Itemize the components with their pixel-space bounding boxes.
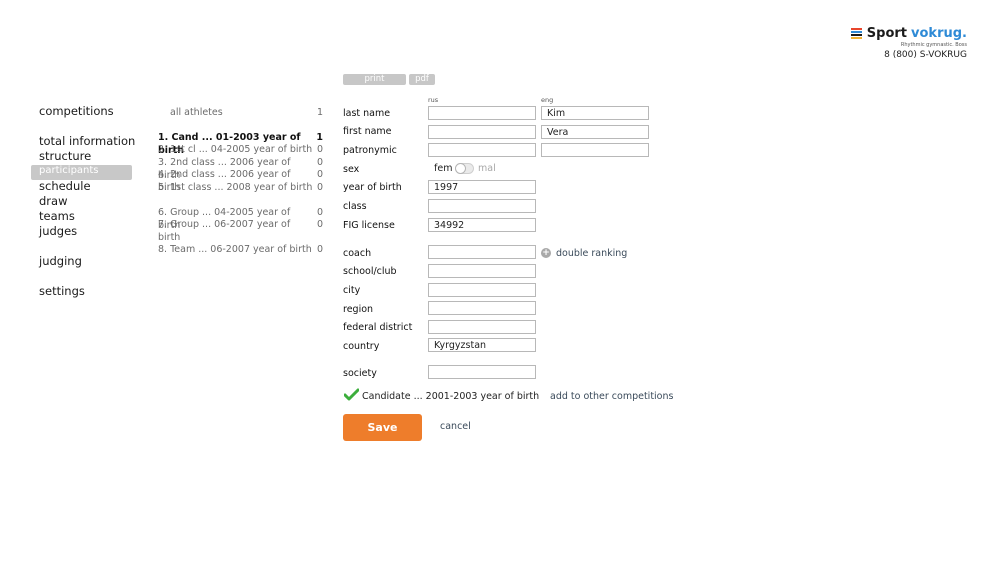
class-input[interactable]: [428, 199, 536, 213]
group-item[interactable]: 5. 1st class ... 2008 year of birth 0: [158, 182, 323, 195]
pdf-button[interactable]: pdf: [409, 74, 435, 85]
menu-settings[interactable]: settings: [39, 284, 85, 299]
menu-participants-label: participants: [39, 165, 99, 176]
sex-toggle-knob[interactable]: [455, 163, 466, 174]
group-count: 0: [316, 244, 323, 255]
group-label: 5. 1st class ... 2008 year of birth: [158, 182, 313, 193]
brand-logo: Sport vokrug. Rhythmic gymnastic. Boss 8…: [850, 26, 967, 60]
last-name-label: last name: [343, 108, 391, 119]
brand-name: Sport: [866, 26, 908, 41]
group-count: 0: [316, 144, 323, 155]
society-input[interactable]: [428, 365, 536, 379]
federal-district-input[interactable]: [428, 320, 536, 334]
city-label: city: [343, 285, 361, 296]
school-club-input[interactable]: [428, 264, 536, 278]
fig-license-label: FIG license: [343, 220, 395, 231]
group-item[interactable]: 7. Group ... 06-2007 year of birth 0: [158, 219, 323, 244]
country-input[interactable]: [428, 338, 536, 352]
menu-teams[interactable]: teams: [39, 209, 75, 224]
first-name-label: first name: [343, 126, 392, 137]
group-label: 8. Team ... 06-2007 year of birth: [158, 244, 312, 255]
group-count: 1: [316, 107, 323, 118]
group-label: all athletes: [170, 107, 223, 118]
patronymic-eng-input[interactable]: [541, 143, 649, 157]
country-label: country: [343, 341, 380, 352]
column-header-rus: rus: [428, 96, 439, 104]
brand-name-accent: vokrug.: [911, 26, 967, 41]
first-name-eng-input[interactable]: [541, 125, 649, 139]
logo-stripes-icon: [850, 28, 862, 39]
year-of-birth-label: year of birth: [343, 182, 402, 193]
year-of-birth-input[interactable]: [428, 180, 536, 194]
group-item[interactable]: 2. 1st cl ... 04-2005 year of birth 0: [158, 144, 323, 157]
menu-draw[interactable]: draw: [39, 194, 67, 209]
double-ranking-link[interactable]: double ranking: [556, 248, 627, 259]
federal-district-label: federal district: [343, 322, 413, 333]
save-button[interactable]: Save: [343, 414, 422, 441]
menu-judging[interactable]: judging: [39, 254, 82, 269]
cancel-link[interactable]: cancel: [440, 421, 471, 432]
school-club-label: school/club: [343, 266, 397, 277]
print-button[interactable]: print: [343, 74, 406, 85]
region-input[interactable]: [428, 301, 536, 315]
fig-license-input[interactable]: [428, 218, 536, 232]
menu-schedule[interactable]: schedule: [39, 179, 91, 194]
menu-structure[interactable]: structure: [39, 149, 91, 164]
society-label: society: [343, 368, 377, 379]
group-all-athletes[interactable]: all athletes 1: [170, 107, 323, 120]
patronymic-label: patronymic: [343, 145, 397, 156]
region-label: region: [343, 304, 374, 315]
brand-phone: 8 (800) S-VOKRUG: [884, 50, 967, 60]
last-name-rus-input[interactable]: [428, 106, 536, 120]
menu-total-information[interactable]: total information: [39, 134, 135, 149]
group-label: 7. Group ... 06-2007 year of birth: [158, 219, 291, 243]
coach-label: coach: [343, 248, 372, 259]
patronymic-rus-input[interactable]: [428, 143, 536, 157]
city-input[interactable]: [428, 283, 536, 297]
column-header-eng: eng: [541, 96, 554, 104]
last-name-eng-input[interactable]: [541, 106, 649, 120]
coach-input[interactable]: [428, 245, 536, 259]
menu-judges[interactable]: judges: [39, 224, 77, 239]
menu-participants[interactable]: participants: [31, 165, 132, 180]
class-label: class: [343, 201, 367, 212]
sex-label: sex: [343, 164, 360, 175]
group-item[interactable]: 8. Team ... 06-2007 year of birth 0: [158, 244, 323, 257]
brand-tagline: Rhythmic gymnastic. Boss: [900, 42, 967, 48]
sex-female-label: fem: [434, 163, 453, 174]
plus-circle-icon[interactable]: +: [541, 248, 551, 258]
sex-male-label: mal: [478, 163, 496, 174]
menu-competitions[interactable]: competitions: [39, 104, 114, 119]
competition-group-label: Candidate ... 2001-2003 year of birth: [362, 391, 540, 402]
add-to-other-competitions-link[interactable]: add to other competitions: [550, 391, 673, 402]
first-name-rus-input[interactable]: [428, 125, 536, 139]
group-count: 0: [316, 182, 323, 193]
group-count: 0: [316, 219, 323, 230]
checkmark-icon: [343, 388, 360, 404]
group-label: 2. 1st cl ... 04-2005 year of birth: [158, 144, 313, 155]
